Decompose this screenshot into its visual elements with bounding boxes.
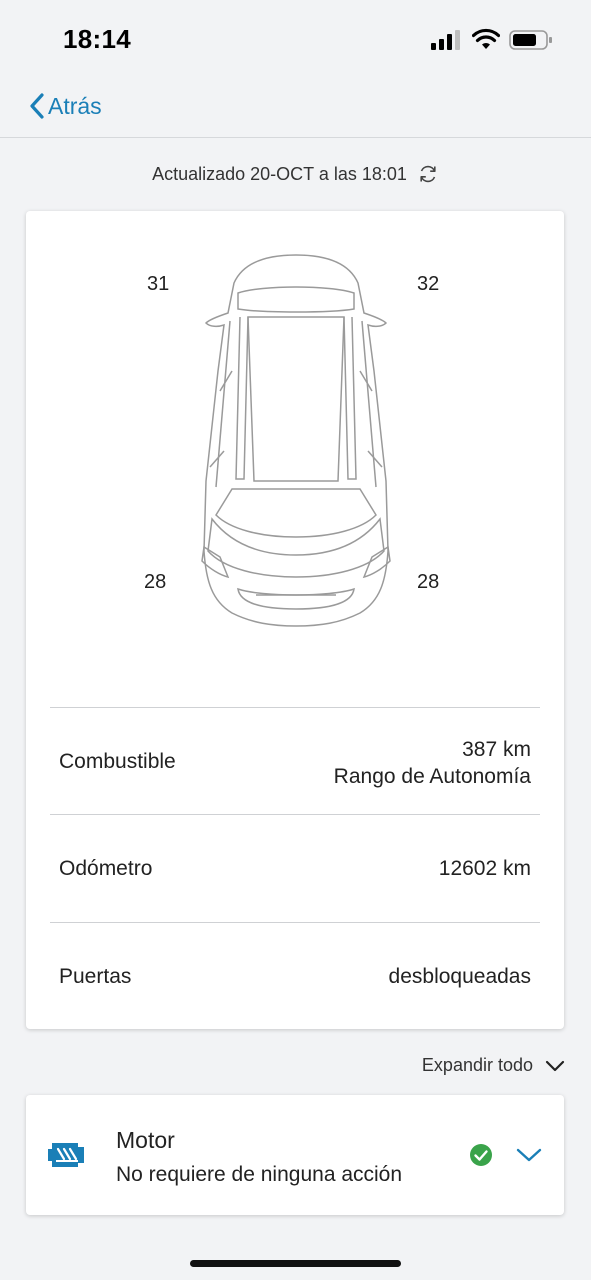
doors-value: desbloqueadas <box>388 965 531 988</box>
tire-pressure-front-left: 31 <box>147 273 170 295</box>
chevron-down-icon <box>545 1060 565 1071</box>
fuel-row: Combustible 387 km Rango de Autonomía <box>50 707 540 814</box>
motor-title: Motor <box>116 1127 175 1153</box>
nav-bar: Atrás <box>0 72 591 138</box>
check-circle-icon <box>470 1144 492 1166</box>
back-label: Atrás <box>48 92 102 119</box>
chevron-down-icon[interactable] <box>516 1147 542 1163</box>
doors-label: Puertas <box>59 965 132 988</box>
car-top-view-icon <box>201 254 391 627</box>
fuel-range-caption: Rango de Autonomía <box>333 765 531 788</box>
back-button[interactable]: Atrás <box>28 90 102 122</box>
fuel-value: 387 km Rango de Autonomía <box>334 736 531 790</box>
tire-pressure-rear-left: 28 <box>144 571 167 593</box>
odometer-value: 12602 km <box>438 857 531 880</box>
fuel-label: Combustible <box>59 750 176 773</box>
expand-all-label: Expandir todo <box>421 1055 533 1075</box>
motor-status-text: No requiere de ninguna acción <box>116 1163 403 1186</box>
status-bar: 18:14 <box>0 0 591 72</box>
fuel-range: 387 km <box>462 738 531 761</box>
motor-card[interactable]: Motor No requiere de ninguna acción <box>26 1095 564 1215</box>
tire-pressure-rear-right: 28 <box>417 571 440 593</box>
status-time: 18:14 <box>63 24 131 54</box>
battery-icon <box>509 30 552 50</box>
expand-all-button[interactable]: Expandir todo <box>422 1055 565 1076</box>
odometer-row: Odómetro 12602 km <box>50 814 540 921</box>
vehicle-status-card: 31 32 28 28 Combustible 387 km Rango de … <box>26 211 564 1029</box>
tire-pressure-front-right: 32 <box>417 273 440 295</box>
refresh-icon[interactable] <box>417 163 439 185</box>
last-updated-text: Actualizado 20-OCT a las 18:01 <box>152 163 407 184</box>
last-updated: Actualizado 20-OCT a las 18:01 <box>0 160 591 188</box>
engine-icon <box>48 1143 84 1167</box>
wifi-icon <box>472 28 500 49</box>
odometer-label: Odómetro <box>59 857 153 880</box>
signal-icon <box>431 30 460 50</box>
doors-row: Puertas desbloqueadas <box>50 922 540 1029</box>
home-indicator[interactable] <box>190 1260 401 1267</box>
chevron-left-icon <box>30 93 44 119</box>
